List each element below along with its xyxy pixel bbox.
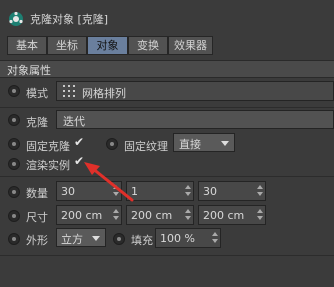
tab-basic[interactable]: 基本 bbox=[7, 36, 47, 55]
shape-animate-radio[interactable] bbox=[8, 233, 20, 245]
count-z-value: 30 bbox=[203, 185, 217, 198]
stepper-arrows-icon[interactable] bbox=[113, 185, 119, 197]
count-z-field[interactable]: 30 bbox=[198, 181, 266, 201]
count-y-value: 1 bbox=[131, 185, 138, 198]
cloner-icon bbox=[7, 10, 25, 28]
count-x-field[interactable]: 30 bbox=[56, 181, 122, 201]
clone-dropdown[interactable]: 迭代 bbox=[56, 110, 334, 129]
section-title: 对象属性 bbox=[7, 64, 51, 77]
size-y-value: 200 cm bbox=[131, 209, 173, 222]
size-y-field[interactable]: 200 cm bbox=[126, 205, 194, 225]
size-label: 尺寸 bbox=[26, 211, 48, 224]
fill-animate-radio[interactable] bbox=[113, 233, 125, 245]
grid-array-icon bbox=[63, 85, 75, 100]
fill-value: 100 % bbox=[160, 232, 195, 245]
render-instances-animate-radio[interactable] bbox=[8, 158, 20, 170]
size-x-value: 200 cm bbox=[61, 209, 103, 222]
fill-field[interactable]: 100 % bbox=[155, 228, 221, 248]
stepper-arrows-icon[interactable] bbox=[257, 209, 263, 221]
count-animate-radio[interactable] bbox=[8, 186, 20, 198]
chevron-down-icon bbox=[221, 141, 229, 146]
tab-transform[interactable]: 变换 bbox=[128, 36, 168, 55]
fix-clone-label: 固定克隆 bbox=[26, 140, 70, 153]
count-x-value: 30 bbox=[61, 185, 75, 198]
fill-label: 填充 bbox=[131, 234, 153, 247]
divider bbox=[0, 107, 334, 108]
render-instances-label: 渲染实例 bbox=[26, 159, 70, 172]
size-z-value: 200 cm bbox=[203, 209, 245, 222]
fix-texture-label: 固定纹理 bbox=[124, 140, 168, 153]
render-instances-checkbox[interactable]: ✔ bbox=[74, 154, 84, 168]
fix-texture-value: 直接 bbox=[179, 138, 201, 151]
chevron-down-icon bbox=[92, 236, 100, 241]
size-animate-radio[interactable] bbox=[8, 210, 20, 222]
stepper-arrows-icon[interactable] bbox=[185, 209, 191, 221]
size-z-field[interactable]: 200 cm bbox=[198, 205, 266, 225]
window-title: 克隆对象 [克隆] bbox=[30, 13, 109, 26]
mode-value: 网格排列 bbox=[82, 87, 126, 100]
count-y-field[interactable]: 1 bbox=[126, 181, 194, 201]
mode-label: 模式 bbox=[26, 87, 48, 100]
fix-clone-animate-radio[interactable] bbox=[8, 138, 20, 150]
fix-clone-checkbox[interactable]: ✔ bbox=[74, 135, 84, 149]
mode-dropdown[interactable]: 网格排列 bbox=[56, 81, 334, 101]
size-x-field[interactable]: 200 cm bbox=[56, 205, 122, 225]
stepper-arrows-icon[interactable] bbox=[185, 185, 191, 197]
fix-texture-animate-radio[interactable] bbox=[106, 138, 118, 150]
divider bbox=[0, 255, 334, 256]
count-label: 数量 bbox=[26, 187, 48, 200]
stepper-arrows-icon[interactable] bbox=[257, 185, 263, 197]
tab-coordinates[interactable]: 坐标 bbox=[47, 36, 87, 55]
shape-label: 外形 bbox=[26, 234, 48, 247]
clone-value: 迭代 bbox=[63, 115, 85, 128]
tab-effectors[interactable]: 效果器 bbox=[168, 36, 213, 55]
mode-animate-radio[interactable] bbox=[8, 85, 20, 97]
shape-value: 立方 bbox=[61, 233, 83, 246]
clone-animate-radio[interactable] bbox=[8, 114, 20, 126]
stepper-arrows-icon[interactable] bbox=[113, 209, 119, 221]
stepper-arrows-icon[interactable] bbox=[212, 232, 218, 244]
tab-object[interactable]: 对象 bbox=[87, 36, 128, 55]
shape-dropdown[interactable]: 立方 bbox=[56, 228, 106, 247]
fix-texture-dropdown[interactable]: 直接 bbox=[173, 133, 235, 152]
divider bbox=[0, 176, 334, 177]
clone-label: 克隆 bbox=[26, 116, 48, 129]
